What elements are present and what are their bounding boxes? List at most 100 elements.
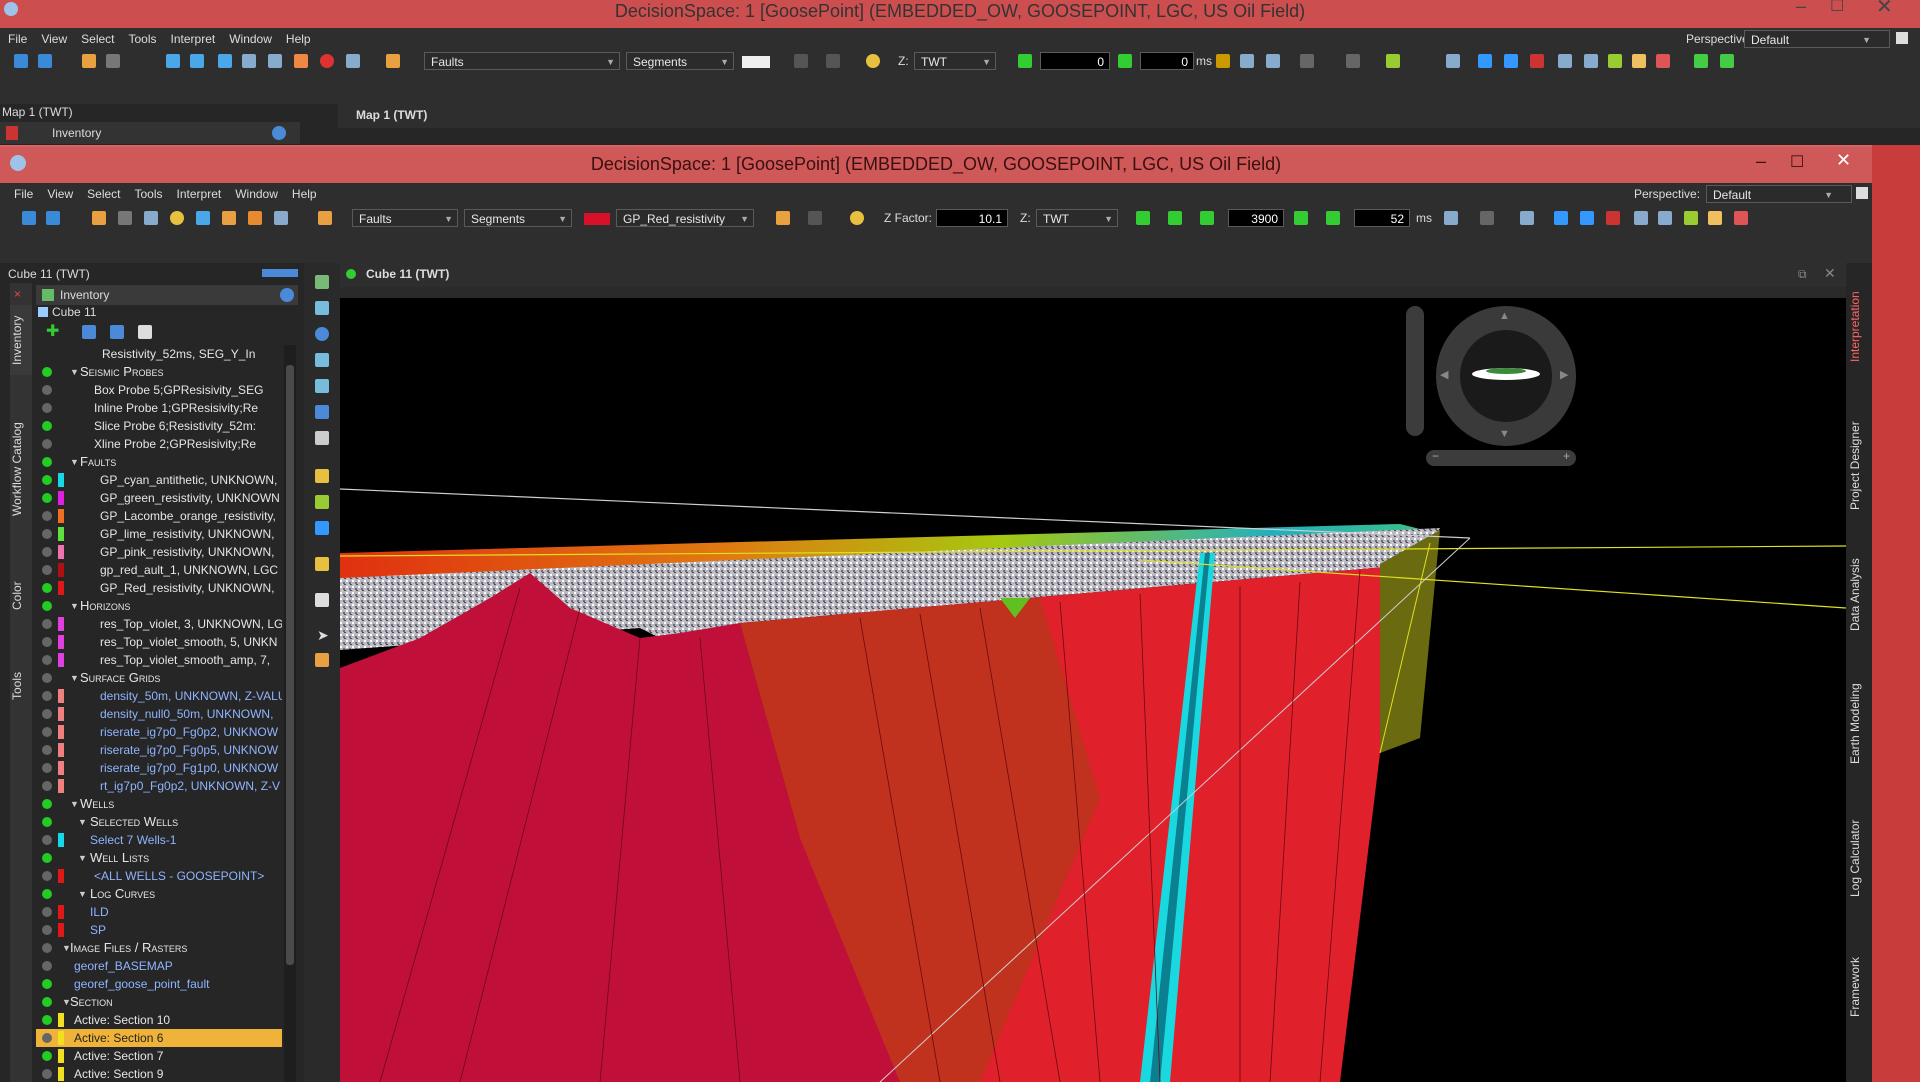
map-icon[interactable] xyxy=(1608,54,1622,68)
visibility-toggle-icon[interactable] xyxy=(42,853,52,863)
compass-left-icon[interactable]: ◀ xyxy=(1440,368,1448,381)
tree-item[interactable]: GP_pink_resistivity, UNKNOWN, xyxy=(36,543,282,561)
tool-icon[interactable] xyxy=(1734,211,1748,225)
visibility-toggle-icon[interactable] xyxy=(42,385,52,395)
visibility-toggle-icon[interactable] xyxy=(42,727,52,737)
tree-item[interactable]: Active: Section 6 xyxy=(36,1029,282,1047)
tree-item[interactable]: riserate_ig7p0_Fg0p5, UNKNOW xyxy=(36,741,282,759)
sun-icon[interactable] xyxy=(866,54,880,68)
back-inventory-tab[interactable]: Inventory xyxy=(52,126,101,140)
visibility-toggle-icon[interactable] xyxy=(42,835,52,845)
tree-category[interactable]: ▼ Selected Wells xyxy=(36,813,282,831)
back-menu-interpret[interactable]: Interpret xyxy=(171,32,216,46)
list-icon[interactable] xyxy=(1634,211,1648,225)
layers-icon[interactable] xyxy=(242,54,256,68)
visibility-toggle-icon[interactable] xyxy=(42,655,52,665)
fit-icon[interactable] xyxy=(315,379,329,393)
box-icon[interactable] xyxy=(315,405,329,419)
color-swatch[interactable] xyxy=(58,689,64,703)
expand-chevron-icon[interactable]: ▼ xyxy=(78,885,87,903)
back-frame-input[interactable]: 0 xyxy=(1040,52,1110,70)
grid-icon[interactable] xyxy=(1446,54,1460,68)
house-icon[interactable] xyxy=(1240,54,1254,68)
visibility-toggle-icon[interactable] xyxy=(42,367,52,377)
tree-item[interactable]: Inline Probe 1;GPResisivity;Re xyxy=(36,399,282,417)
color-swatch[interactable] xyxy=(58,743,64,757)
color-swatch[interactable] xyxy=(58,1031,64,1045)
zoom-in-icon[interactable]: + xyxy=(1563,449,1570,463)
color-swatch[interactable] xyxy=(58,833,64,847)
scroll-thumb[interactable] xyxy=(286,365,294,965)
back-color-swatch[interactable] xyxy=(742,56,770,68)
tree-item[interactable]: GP_green_resistivity, UNKNOWN xyxy=(36,489,282,507)
color-swatch[interactable] xyxy=(58,653,64,667)
color-swatch[interactable] xyxy=(58,1067,64,1081)
map-icon[interactable] xyxy=(1684,211,1698,225)
target-icon[interactable] xyxy=(1708,211,1722,225)
tree-category[interactable]: ▼ Horizons xyxy=(36,597,282,615)
side-close-icon[interactable] xyxy=(6,126,18,140)
step-input[interactable]: 52 xyxy=(1354,209,1410,227)
visibility-toggle-icon[interactable] xyxy=(42,565,52,575)
undo-icon[interactable] xyxy=(794,54,808,68)
maximize-icon[interactable]: ☐ xyxy=(1790,152,1804,172)
tree-item[interactable]: res_Top_violet, 3, UNKNOWN, LG xyxy=(36,615,282,633)
visibility-toggle-icon[interactable] xyxy=(42,1069,52,1079)
tree-category[interactable]: ▼ Well Lists xyxy=(36,849,282,867)
visibility-toggle-icon[interactable] xyxy=(42,511,52,521)
bars-icon[interactable] xyxy=(1530,54,1544,68)
fault-type-select[interactable]: Faults ▼ xyxy=(352,209,458,227)
step-back-icon[interactable] xyxy=(1200,211,1214,225)
color-swatch[interactable] xyxy=(58,581,64,595)
tree-item[interactable]: georef_BASEMAP xyxy=(36,957,282,975)
color-swatch[interactable] xyxy=(58,635,64,649)
visibility-toggle-icon[interactable] xyxy=(42,745,52,755)
visibility-toggle-icon[interactable] xyxy=(42,583,52,593)
bookmark-icon[interactable] xyxy=(1300,54,1314,68)
print-icon[interactable] xyxy=(268,54,282,68)
tab-log-calculator[interactable]: Log Calculator xyxy=(1848,803,1870,913)
visibility-toggle-icon[interactable] xyxy=(42,421,52,431)
color-swatch[interactable] xyxy=(58,869,64,883)
front-menu-select[interactable]: Select xyxy=(87,187,120,201)
play-icon[interactable] xyxy=(1118,54,1132,68)
tree-item[interactable]: Select 7 Wells-1 xyxy=(36,831,282,849)
visibility-toggle-icon[interactable] xyxy=(42,493,52,503)
bars-icon[interactable] xyxy=(1606,211,1620,225)
expand-chevron-icon[interactable]: ▼ xyxy=(70,669,79,687)
visibility-toggle-icon[interactable] xyxy=(42,997,52,1007)
add-axis-icon[interactable] xyxy=(1720,54,1734,68)
visibility-toggle-icon[interactable] xyxy=(42,547,52,557)
vertical-zoom-slider[interactable] xyxy=(1406,306,1424,436)
tree-item[interactable]: res_Top_violet_smooth_amp, 7, xyxy=(36,651,282,669)
view-home-icon[interactable] xyxy=(315,275,329,289)
new-icon[interactable] xyxy=(22,211,36,225)
new-icon[interactable] xyxy=(14,54,28,68)
collapse-icon[interactable] xyxy=(110,325,124,339)
compass-up-icon[interactable]: ▲ xyxy=(1499,310,1510,322)
tab-interpretation[interactable]: Interpretation xyxy=(1848,267,1870,387)
bookmark-icon[interactable] xyxy=(1480,211,1494,225)
pointer-icon[interactable]: ➤ xyxy=(317,627,329,644)
close-icon[interactable]: ✕ xyxy=(1836,150,1851,171)
back-segments-select[interactable]: Segments ▼ xyxy=(626,52,734,70)
visibility-toggle-icon[interactable] xyxy=(42,403,52,413)
close-icon[interactable]: ✕ xyxy=(1876,0,1893,19)
color-swatch[interactable] xyxy=(58,725,64,739)
front-menu-help[interactable]: Help xyxy=(292,187,317,201)
visibility-toggle-icon[interactable] xyxy=(42,979,52,989)
bookmark2-icon[interactable] xyxy=(1346,54,1360,68)
record-icon[interactable] xyxy=(320,54,334,68)
screen-icon[interactable] xyxy=(274,211,288,225)
visibility-toggle-icon[interactable] xyxy=(42,637,52,647)
visibility-toggle-icon[interactable] xyxy=(42,817,52,827)
color-swatch[interactable] xyxy=(58,707,64,721)
ruler-icon[interactable] xyxy=(166,54,180,68)
step-forward-icon[interactable] xyxy=(1294,211,1308,225)
panel-controls-icon[interactable] xyxy=(262,269,298,277)
visibility-toggle-icon[interactable] xyxy=(42,529,52,539)
zoom-icon[interactable] xyxy=(315,301,329,315)
section-icon[interactable] xyxy=(294,54,308,68)
tab-project-designer[interactable]: Project Designer xyxy=(1848,411,1870,521)
visibility-toggle-icon[interactable] xyxy=(42,709,52,719)
